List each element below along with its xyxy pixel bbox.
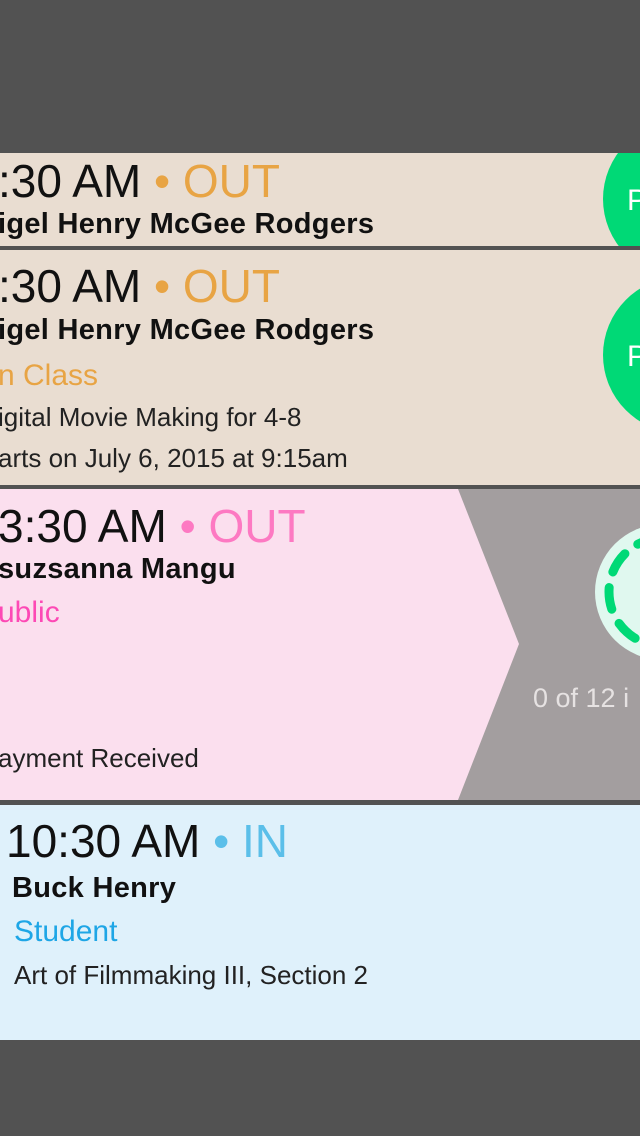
action-button-label: P xyxy=(627,184,640,217)
progress-ring-icon[interactable] xyxy=(578,525,640,695)
detail-line: igital Movie Making for 4-8 xyxy=(0,402,302,432)
person-name: igel Henry McGee Rodgers xyxy=(0,314,375,346)
role: Student xyxy=(14,915,118,948)
detail-line: ayment Received xyxy=(0,743,199,773)
time-line: 3:30 AM • OUT xyxy=(0,503,306,549)
action-button[interactable]: P xyxy=(603,153,640,246)
status: IN xyxy=(242,815,289,867)
person-name: igel Henry McGee Rodgers xyxy=(0,208,375,240)
status-dot: • xyxy=(153,155,171,207)
time-line: 10:30 AM • IN xyxy=(6,818,288,864)
time: 3:30 AM xyxy=(0,500,167,552)
role: ublic xyxy=(0,596,60,629)
checkin-row[interactable]: 10:30 AM • IN Buck Henry Student Art of … xyxy=(0,805,640,1040)
role: n Class xyxy=(0,359,99,392)
status-dot: • xyxy=(179,500,196,552)
status: OUT xyxy=(182,155,280,207)
detail-line: Art of Filmmaking III, Section 2 xyxy=(14,960,369,990)
checkin-row[interactable]: :30 AM • OUT igel Henry McGee Rodgers P xyxy=(0,153,640,246)
time: 10:30 AM xyxy=(6,815,201,867)
time: :30 AM xyxy=(0,260,142,312)
checkin-row[interactable]: 3:30 AM • OUT suzsanna Mangu ublic aymen… xyxy=(0,489,640,800)
action-button[interactable]: P xyxy=(603,277,640,433)
person-name: Buck Henry xyxy=(12,872,177,904)
person-name: suzsanna Mangu xyxy=(0,553,236,585)
status: OUT xyxy=(182,260,280,312)
status-dot: • xyxy=(213,815,230,867)
action-button-label: P xyxy=(627,340,640,373)
checkin-row[interactable]: :30 AM • OUT igel Henry McGee Rodgers n … xyxy=(0,250,640,485)
time: :30 AM xyxy=(0,155,142,207)
detail-line: arts on July 6, 2015 at 9:15am xyxy=(0,443,348,473)
progress-text: 0 of 12 i xyxy=(533,683,630,713)
status: OUT xyxy=(208,500,306,552)
time-line: :30 AM • OUT xyxy=(0,263,280,309)
time-line: :30 AM • OUT xyxy=(0,158,280,204)
status-dot: • xyxy=(153,260,171,312)
